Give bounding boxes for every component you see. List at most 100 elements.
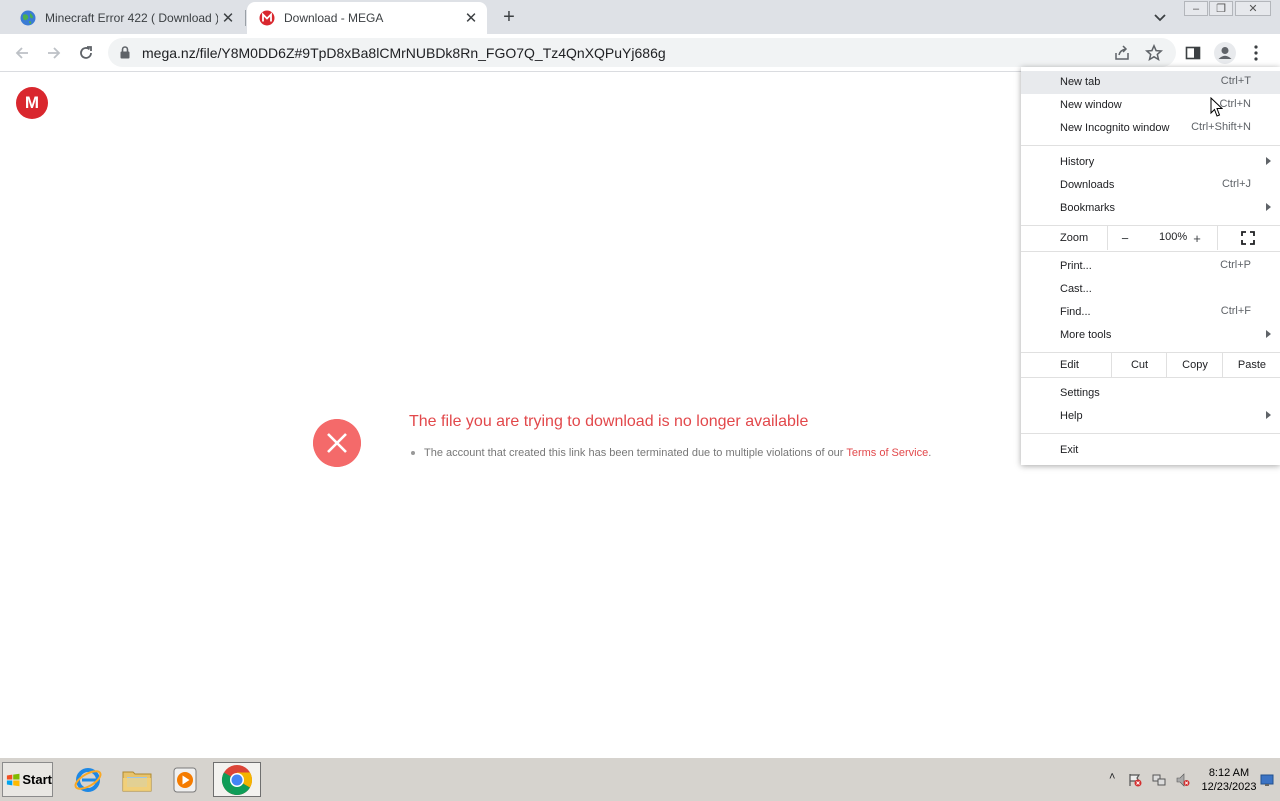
show-desktop-icon[interactable] bbox=[1260, 773, 1274, 787]
profile-avatar-button[interactable] bbox=[1214, 42, 1236, 64]
submenu-arrow-icon bbox=[1266, 203, 1271, 211]
cut-button[interactable]: Cut bbox=[1111, 353, 1167, 377]
tab-strip: Minecraft Error 422 ( Download )! ✕ Down… bbox=[0, 0, 1280, 34]
error-message: The account that created this link has b… bbox=[411, 447, 931, 459]
menu-item-shortcut: Ctrl+F bbox=[1220, 305, 1251, 317]
menu-item-cast[interactable]: Cast... bbox=[1021, 278, 1280, 301]
taskbar-clock[interactable]: 8:12 AM 12/23/2023 bbox=[1196, 766, 1262, 794]
network-icon[interactable] bbox=[1152, 773, 1166, 787]
submenu-arrow-icon bbox=[1266, 157, 1271, 165]
menu-item-settings[interactable]: Settings bbox=[1021, 382, 1280, 405]
menu-item-label: Help bbox=[1060, 410, 1083, 422]
chrome-icon bbox=[221, 764, 253, 795]
windows-logo-icon bbox=[6, 773, 20, 786]
menu-item-label: Downloads bbox=[1060, 179, 1115, 191]
lock-icon[interactable] bbox=[120, 46, 130, 59]
back-button[interactable] bbox=[11, 42, 33, 64]
zoom-in-button[interactable]: + bbox=[1190, 231, 1204, 246]
back-arrow-icon bbox=[15, 47, 28, 59]
address-bar[interactable]: mega.nz/file/Y8M0DD6Z#9TpD8xBa8lCMrNUBDk… bbox=[108, 38, 1176, 67]
tab-close-icon[interactable]: ✕ bbox=[461, 8, 481, 28]
volume-muted-icon[interactable] bbox=[1176, 773, 1190, 787]
menu-item-new-window[interactable]: New window Ctrl+N bbox=[1021, 94, 1280, 117]
zoom-out-button[interactable]: − bbox=[1118, 231, 1132, 246]
restore-window-button[interactable]: ❐ bbox=[1209, 1, 1233, 16]
menu-item-label: More tools bbox=[1060, 329, 1112, 341]
error-title: The file you are trying to download is n… bbox=[409, 413, 809, 430]
menu-item-print[interactable]: Print... Ctrl+P bbox=[1021, 255, 1280, 278]
menu-item-label: New Incognito window bbox=[1060, 122, 1170, 134]
minimize-window-button[interactable]: – bbox=[1184, 1, 1208, 16]
menu-item-label: Exit bbox=[1060, 444, 1079, 456]
menu-item-shortcut: Ctrl+J bbox=[1221, 178, 1251, 190]
windows-taskbar: Start ˄ 8:12 AM 12/23/2023 bbox=[0, 757, 1280, 801]
tab-title: Minecraft Error 422 ( Download )! bbox=[45, 11, 218, 25]
side-panel-button[interactable] bbox=[1183, 43, 1203, 63]
menu-item-label: Cast... bbox=[1060, 283, 1092, 295]
menu-item-new-tab[interactable]: New tab Ctrl+T bbox=[1021, 71, 1280, 94]
person-icon bbox=[1218, 47, 1232, 59]
menu-item-find[interactable]: Find... Ctrl+F bbox=[1021, 301, 1280, 324]
menu-item-bookmarks[interactable]: Bookmarks bbox=[1021, 197, 1280, 220]
menu-divider bbox=[1021, 251, 1280, 252]
menu-item-label: Find... bbox=[1060, 306, 1091, 318]
submenu-arrow-icon bbox=[1266, 411, 1271, 419]
tab-minecraft-error[interactable]: Minecraft Error 422 ( Download )! ✕ bbox=[8, 2, 244, 34]
bookmark-star-icon[interactable] bbox=[1145, 44, 1163, 62]
taskbar-chrome[interactable] bbox=[213, 762, 261, 797]
fullscreen-icon[interactable] bbox=[1240, 230, 1256, 246]
mega-logo[interactable]: M bbox=[16, 87, 48, 119]
menu-item-help[interactable]: Help bbox=[1021, 405, 1280, 428]
taskbar-internet-explorer[interactable] bbox=[69, 762, 107, 797]
menu-item-new-incognito-window[interactable]: New Incognito window Ctrl+Shift+N bbox=[1021, 117, 1280, 140]
menu-item-shortcut: Ctrl+P bbox=[1220, 259, 1251, 271]
chrome-menu-button[interactable] bbox=[1246, 43, 1266, 63]
menu-divider bbox=[1021, 145, 1280, 146]
reload-icon bbox=[80, 46, 92, 59]
folder-icon bbox=[122, 771, 152, 791]
menu-divider bbox=[1021, 433, 1280, 434]
paste-button[interactable]: Paste bbox=[1222, 353, 1280, 377]
start-label: Start bbox=[22, 772, 52, 787]
error-message-text: The account that created this link has b… bbox=[424, 447, 847, 459]
mouse-cursor-icon bbox=[1210, 97, 1223, 117]
copy-button[interactable]: Copy bbox=[1166, 353, 1223, 377]
tab-separator bbox=[245, 10, 246, 26]
menu-item-label: Bookmarks bbox=[1060, 202, 1116, 214]
error-x-icon bbox=[313, 419, 361, 467]
taskbar-media-player[interactable] bbox=[166, 762, 204, 797]
menu-item-history[interactable]: History bbox=[1021, 151, 1280, 174]
taskbar-file-explorer[interactable] bbox=[118, 762, 156, 797]
tab-close-icon[interactable]: ✕ bbox=[218, 8, 238, 28]
menu-item-label: History bbox=[1060, 156, 1095, 168]
media-player-icon bbox=[173, 767, 197, 792]
forward-button[interactable] bbox=[43, 42, 65, 64]
menu-edit-row: Edit Cut Copy Paste bbox=[1021, 353, 1280, 377]
action-center-flag-icon[interactable] bbox=[1128, 773, 1142, 787]
menu-item-downloads[interactable]: Downloads Ctrl+J bbox=[1021, 174, 1280, 197]
submenu-arrow-icon bbox=[1266, 330, 1271, 338]
clock-date: 12/23/2023 bbox=[1201, 781, 1257, 793]
side-panel-icon bbox=[1185, 46, 1201, 60]
internet-explorer-icon bbox=[74, 767, 102, 792]
menu-item-exit[interactable]: Exit bbox=[1021, 439, 1280, 462]
menu-item-shortcut: Ctrl+T bbox=[1220, 75, 1251, 87]
zoom-divider bbox=[1107, 226, 1108, 250]
zoom-divider bbox=[1217, 226, 1218, 250]
menu-item-label: Print... bbox=[1060, 260, 1092, 272]
share-icon[interactable] bbox=[1113, 44, 1131, 62]
bullet-dot bbox=[411, 451, 415, 456]
show-hidden-icons-chevron-icon[interactable]: ˄ bbox=[1109, 771, 1123, 785]
terms-of-service-link[interactable]: Terms of Service bbox=[846, 447, 928, 459]
close-window-button[interactable]: ✕ bbox=[1235, 1, 1271, 16]
new-tab-plus-icon[interactable]: + bbox=[498, 6, 520, 28]
mega-logo-letter: M bbox=[24, 93, 40, 112]
menu-item-more-tools[interactable]: More tools bbox=[1021, 324, 1280, 347]
start-button[interactable]: Start bbox=[2, 762, 53, 797]
forward-arrow-icon bbox=[48, 47, 61, 59]
reload-button[interactable] bbox=[75, 42, 97, 64]
tab-download-mega[interactable]: Download - MEGA ✕ bbox=[247, 2, 487, 34]
url-text[interactable]: mega.nz/file/Y8M0DD6Z#9TpD8xBa8lCMrNUBDk… bbox=[142, 45, 666, 61]
tab-search-chevron-icon[interactable] bbox=[1151, 8, 1169, 26]
clock-time: 8:12 AM bbox=[1208, 767, 1250, 779]
